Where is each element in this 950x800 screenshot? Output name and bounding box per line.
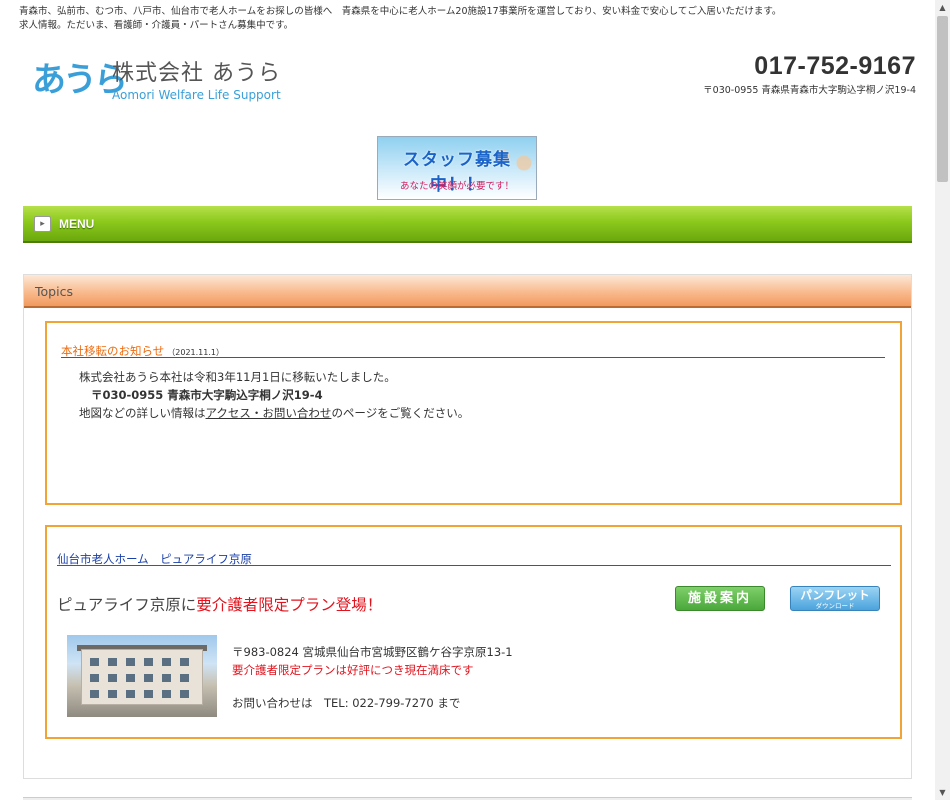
news-new-address: 〒030-0955 青森市大字駒込字桐ノ沢19-4 (91, 388, 323, 402)
company-name: 株式会社 あうら (112, 61, 281, 86)
facility-title-row: 仙台市老人ホーム ピュアライフ京原 (57, 548, 891, 566)
announcement-line-1: 青森市、弘前市、むつ市、八戸市、仙台市で老人ホームをお探しの皆様へ 青森県を中心… (19, 6, 782, 17)
building-window (126, 658, 135, 666)
building-window (144, 690, 153, 698)
building-window (180, 674, 189, 682)
news-line-3-suffix: のページをご覧ください。 (331, 406, 470, 420)
menu-label: MENU (59, 217, 95, 231)
access-contact-link[interactable]: アクセス・お問い合わせ (206, 406, 332, 420)
company-logo[interactable]: あうら 株式会社 あうら Aomori Welfare Life Support (32, 60, 292, 106)
scroll-down-arrow-icon[interactable]: ▼ (935, 785, 950, 800)
facility-headline: ピュアライフ京原に要介護者限定プラン登場！ (57, 593, 382, 615)
banner-subtitle: あなたの笑顔が必要です！ (399, 181, 514, 192)
facility-card: 仙台市老人ホーム ピュアライフ京原 ピュアライフ京原に要介護者限定プラン登場！ … (45, 525, 902, 739)
building-window (180, 690, 189, 698)
facility-title-link[interactable]: 仙台市老人ホーム ピュアライフ京原 (57, 552, 252, 566)
pamphlet-button-label: パンフレット (800, 588, 870, 602)
building-window (144, 658, 153, 666)
building-window (108, 658, 117, 666)
building-window (144, 674, 153, 682)
news-title: 本社移転のお知らせ (61, 344, 165, 358)
menu-bar[interactable]: ▸ MENU (23, 206, 912, 243)
building-window (162, 690, 171, 698)
facility-status: 要介護者限定プランは好評につき現在満床です (232, 663, 474, 677)
phone-number: 017-752-9167 (754, 52, 916, 80)
arrow-right-icon: ▸ (34, 216, 51, 232)
facility-address: 〒983-0824 宮城県仙台市宮城野区鶴ケ谷字京原13-1 (232, 645, 513, 659)
building-window (108, 690, 117, 698)
building-window (180, 658, 189, 666)
news-line-3-prefix: 地図などの詳しい情報は (79, 406, 206, 420)
building-window (162, 674, 171, 682)
building-window (126, 690, 135, 698)
topics-header: Topics (24, 275, 911, 308)
news-body: 株式会社あうら本社は令和3年11月1日に移転いたしました。 〒030-0955 … (79, 368, 469, 422)
facility-headline-highlight: 要介護者限定プラン登場！ (196, 596, 383, 614)
facility-building-photo (67, 635, 217, 717)
facility-guide-button[interactable]: 施設案内 (675, 586, 765, 611)
news-title-row: 本社移転のお知らせ （2021.11.1） (61, 340, 885, 358)
pamphlet-button-sublabel: ダウンロード (815, 602, 855, 610)
news-line-1: 株式会社あうら本社は令和3年11月1日に移転いたしました。 (79, 370, 396, 384)
vertical-scrollbar[interactable]: ▲ ▼ (935, 0, 950, 800)
news-date: （2021.11.1） (167, 348, 224, 357)
scroll-up-arrow-icon[interactable]: ▲ (935, 0, 950, 15)
facility-contact: お問い合わせは TEL: 022-799-7270 まで (232, 696, 461, 710)
company-subtitle: Aomori Welfare Life Support (112, 88, 281, 102)
pamphlet-download-button[interactable]: パンフレット ダウンロード (790, 586, 880, 611)
topics-section: Topics 本社移転のお知らせ （2021.11.1） 株式会社あうら本社は令和… (23, 274, 912, 779)
building-shape (81, 649, 203, 705)
news-card: 本社移転のお知らせ （2021.11.1） 株式会社あうら本社は令和3年11月1日… (45, 321, 902, 505)
building-window (90, 658, 99, 666)
announcement-line-2: 求人情報。ただいま、看護師・介護員・パートさん募集中です。 (19, 20, 294, 31)
news-line-3: 地図などの詳しい情報はアクセス・お問い合わせのページをご覧ください。 (79, 404, 469, 422)
building-window (162, 658, 171, 666)
building-window (90, 674, 99, 682)
staff-recruitment-banner[interactable]: スタッフ募集中！！ あなたの笑顔が必要です！ (377, 136, 537, 200)
company-address: 〒030-0955 青森県青森市大字駒込字桐ノ沢19-4 (703, 85, 916, 96)
topics-label: Topics (35, 284, 73, 299)
scrollbar-thumb[interactable] (937, 16, 948, 182)
building-window (90, 690, 99, 698)
building-window (126, 674, 135, 682)
facility-headline-prefix: ピュアライフ京原に (57, 596, 197, 614)
building-window (108, 674, 117, 682)
header-announcement: 青森市、弘前市、むつ市、八戸市、仙台市で老人ホームをお探しの皆様へ 青森県を中心… (19, 5, 919, 33)
facility-info: 〒983-0824 宮城県仙台市宮城野区鶴ケ谷字京原13-1 要介護者限定プラン… (232, 643, 513, 712)
